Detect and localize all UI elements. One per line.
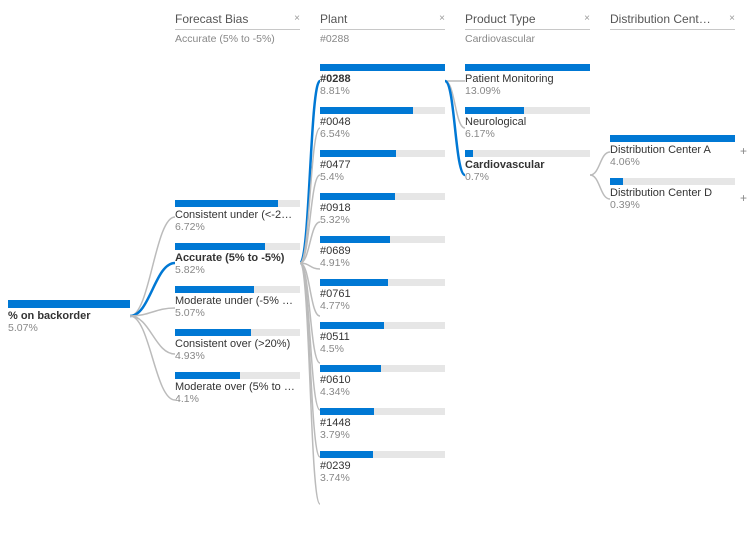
column-title: Distribution Cent… [610,12,711,26]
close-icon[interactable]: × [584,13,590,24]
node-forecast-bias[interactable]: Moderate over (5% to …4.1% [175,372,300,405]
node-plant[interactable]: #05114.5% [320,322,445,355]
node-plant[interactable]: #06894.91% [320,236,445,269]
node-plant[interactable]: #09185.32% [320,193,445,226]
column-selected-forecast-bias: Accurate (5% to -5%) [175,33,300,45]
column-selected-distribution-center [610,33,735,45]
column-selected-product-type: Cardiovascular [465,33,590,45]
root-label: % on backorder [8,310,130,322]
node-forecast-bias[interactable]: Consistent under (<-2…6.72% [175,200,300,233]
node-plant[interactable]: #04775.4% [320,150,445,183]
root-bar [8,300,130,308]
node-plant[interactable]: #02393.74% [320,451,445,484]
root-value: 5.07% [8,322,130,334]
column-title: Plant [320,12,347,26]
column-header-forecast-bias[interactable]: Forecast Bias × [175,10,300,30]
node-forecast-bias[interactable]: Accurate (5% to -5%)5.82% [175,243,300,276]
column-header-plant[interactable]: Plant × [320,10,445,30]
node-plant[interactable]: #00486.54% [320,107,445,140]
node-product-type[interactable]: Neurological6.17% [465,107,590,140]
expand-icon[interactable]: + [740,144,747,158]
column-selected-plant: #0288 [320,33,445,45]
column-title: Product Type [465,12,536,26]
column-title: Forecast Bias [175,12,248,26]
node-plant[interactable]: #14483.79% [320,408,445,441]
node-product-type[interactable]: Patient Monitoring13.09% [465,64,590,97]
expand-icon[interactable]: + [740,191,747,205]
node-product-type[interactable]: Cardiovascular0.7% [465,150,590,183]
node-forecast-bias[interactable]: Moderate under (-5% …5.07% [175,286,300,319]
close-icon[interactable]: × [439,13,445,24]
node-distribution-center[interactable]: Distribution Center A4.06% [610,135,735,168]
close-icon[interactable]: × [729,13,735,24]
node-plant[interactable]: #07614.77% [320,279,445,312]
root-node[interactable]: % on backorder 5.07% [8,300,130,334]
node-plant[interactable]: #02888.81% [320,64,445,97]
column-header-distribution-center[interactable]: Distribution Cent… × [610,10,735,30]
node-forecast-bias[interactable]: Consistent over (>20%)4.93% [175,329,300,362]
column-header-product-type[interactable]: Product Type × [465,10,590,30]
close-icon[interactable]: × [294,13,300,24]
node-plant[interactable]: #06104.34% [320,365,445,398]
node-distribution-center[interactable]: Distribution Center D0.39% [610,178,735,211]
